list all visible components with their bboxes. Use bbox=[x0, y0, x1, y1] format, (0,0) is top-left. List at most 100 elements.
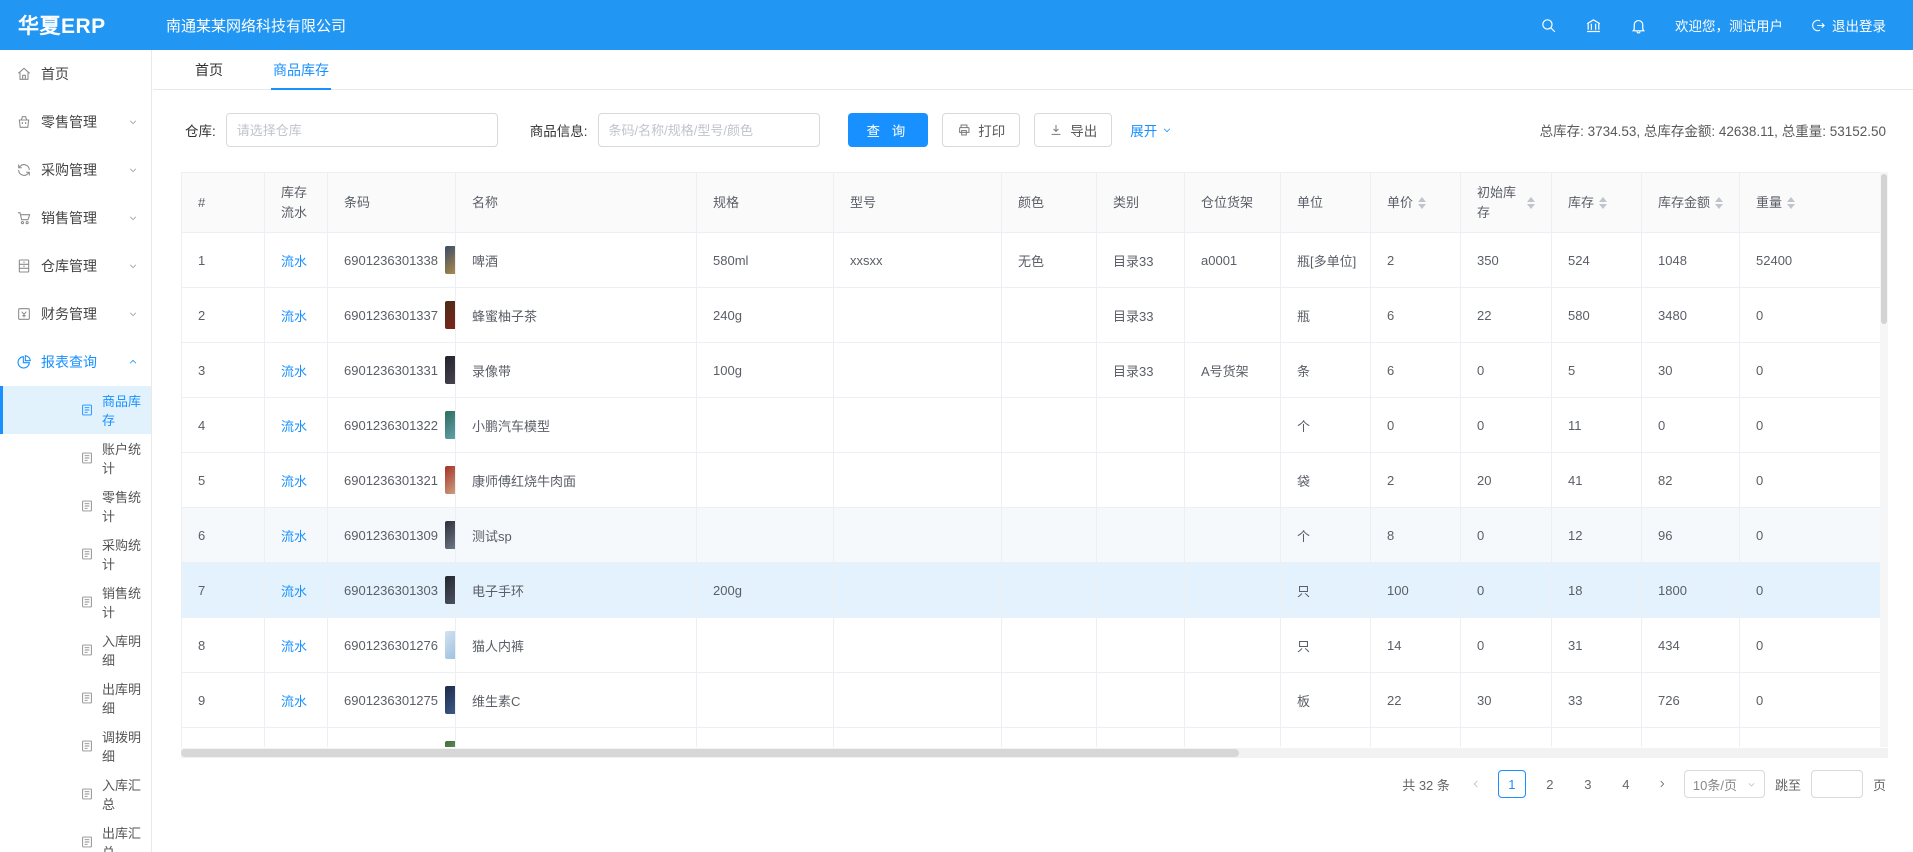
product-thumbnail[interactable] bbox=[445, 741, 456, 747]
product-thumbnail[interactable] bbox=[445, 301, 456, 329]
cell-weight: 0 bbox=[1740, 288, 1881, 343]
table-row: 4 流水 6901236301322 小鹏汽车模型 个 0 0 11 0 0 bbox=[182, 398, 1881, 453]
page-number-button[interactable]: 1 bbox=[1498, 770, 1526, 798]
sidebar-subitem-账户统计[interactable]: 账户统计 bbox=[0, 434, 151, 482]
jump-label: 跳至 bbox=[1775, 775, 1801, 794]
sidebar-subitem-出库明细[interactable]: 出库明细 bbox=[0, 674, 151, 722]
page-number-button[interactable]: 2 bbox=[1536, 770, 1564, 798]
product-thumbnail[interactable] bbox=[445, 576, 456, 604]
cell-index: 5 bbox=[182, 453, 265, 508]
print-button[interactable]: 打印 bbox=[942, 113, 1020, 147]
cell-shelf bbox=[1185, 398, 1281, 453]
column-header-label: 名称 bbox=[472, 193, 498, 213]
cell-index: 10 bbox=[182, 728, 265, 748]
tab-label: 首页 bbox=[195, 60, 223, 80]
sidebar-nav: 首页 零售管理 采购管理 销售管理 仓库管理 财务管理 报表查询 商品库存 账户… bbox=[0, 50, 151, 852]
cell-price: 14 bbox=[1371, 618, 1461, 673]
sidebar-subitem-label: 调拨明细 bbox=[102, 727, 151, 765]
cell-shelf bbox=[1185, 618, 1281, 673]
flow-link[interactable]: 流水 bbox=[281, 309, 307, 324]
column-header-label: 库存 bbox=[1568, 193, 1594, 213]
flow-link[interactable]: 流水 bbox=[281, 584, 307, 599]
cell-weight: 0 bbox=[1740, 618, 1881, 673]
vertical-scrollbar[interactable] bbox=[1880, 172, 1888, 747]
sidebar-subitem-入库明细[interactable]: 入库明细 bbox=[0, 626, 151, 674]
jump-page-input[interactable] bbox=[1811, 770, 1863, 798]
tab-商品库存[interactable]: 商品库存 bbox=[273, 50, 329, 89]
flow-link[interactable]: 流水 bbox=[281, 254, 307, 269]
product-thumbnail[interactable] bbox=[445, 466, 456, 494]
flow-link[interactable]: 流水 bbox=[281, 694, 307, 709]
product-thumbnail[interactable] bbox=[445, 356, 456, 384]
print-label: 打印 bbox=[978, 120, 1005, 140]
page-size-select[interactable]: 10条/页 bbox=[1684, 770, 1765, 798]
prev-page-button[interactable] bbox=[1464, 770, 1488, 798]
next-page-button[interactable] bbox=[1650, 770, 1674, 798]
export-button[interactable]: 导出 bbox=[1034, 113, 1112, 147]
column-header-label: 初始库存 bbox=[1477, 183, 1522, 222]
sidebar-subitem-采购统计[interactable]: 采购统计 bbox=[0, 530, 151, 578]
flow-link[interactable]: 流水 bbox=[281, 474, 307, 489]
page-number-button[interactable]: 3 bbox=[1574, 770, 1602, 798]
sidebar-subitem-label: 入库汇总 bbox=[102, 775, 151, 813]
column-header[interactable]: 单价 bbox=[1371, 173, 1461, 233]
product-info-input[interactable] bbox=[598, 113, 820, 147]
sidebar-subitem-零售统计[interactable]: 零售统计 bbox=[0, 482, 151, 530]
sidebar-subitem-调拨明细[interactable]: 调拨明细 bbox=[0, 722, 151, 770]
sidebar-item-仓库管理[interactable]: 仓库管理 bbox=[0, 242, 151, 290]
sidebar-item-财务管理[interactable]: 财务管理 bbox=[0, 290, 151, 338]
cell-barcode: 6901236301309 bbox=[328, 508, 456, 563]
cell-stock: 5 bbox=[1552, 343, 1642, 398]
cell-name: 录像带 bbox=[456, 343, 697, 398]
sidebar-item-报表查询[interactable]: 报表查询 bbox=[0, 338, 151, 386]
sidebar-subitem-销售统计[interactable]: 销售统计 bbox=[0, 578, 151, 626]
bell-icon[interactable] bbox=[1630, 17, 1647, 34]
flow-link[interactable]: 流水 bbox=[281, 639, 307, 654]
sidebar-subitem-入库汇总[interactable]: 入库汇总 bbox=[0, 770, 151, 818]
product-thumbnail[interactable] bbox=[445, 411, 456, 439]
column-header[interactable]: 初始库存 bbox=[1461, 173, 1552, 233]
cell-stock: 33 bbox=[1552, 673, 1642, 728]
sidebar-item-零售管理[interactable]: 零售管理 bbox=[0, 98, 151, 146]
cell-price: 0 bbox=[1371, 398, 1461, 453]
cell-name: 小米电视机 bbox=[456, 728, 697, 748]
doc-icon bbox=[80, 547, 94, 561]
sidebar-item-首页[interactable]: 首页 bbox=[0, 50, 151, 98]
logout-button[interactable]: 退出登录 bbox=[1811, 15, 1886, 35]
vertical-scrollbar-thumb[interactable] bbox=[1881, 174, 1887, 324]
bank-icon[interactable] bbox=[1585, 17, 1602, 34]
cell-color bbox=[1002, 343, 1097, 398]
cell-name: 啤酒 bbox=[456, 233, 697, 288]
product-info-label: 商品信息: bbox=[530, 120, 588, 140]
product-thumbnail[interactable] bbox=[445, 246, 456, 274]
sidebar-subitem-出库汇总[interactable]: 出库汇总 bbox=[0, 818, 151, 852]
warehouse-input[interactable] bbox=[226, 113, 498, 147]
search-button[interactable]: 查 询 bbox=[848, 113, 929, 147]
sidebar-item-销售管理[interactable]: 销售管理 bbox=[0, 194, 151, 242]
product-thumbnail[interactable] bbox=[445, 631, 456, 659]
sidebar-subitem-label: 出库汇总 bbox=[102, 823, 151, 852]
cell-barcode: 6901236301303 bbox=[328, 563, 456, 618]
sidebar-item-采购管理[interactable]: 采购管理 bbox=[0, 146, 151, 194]
table-row: 5 流水 6901236301321 康师傅红烧牛肉面 袋 2 20 41 82… bbox=[182, 453, 1881, 508]
expand-link[interactable]: 展开 bbox=[1130, 120, 1172, 140]
column-header[interactable]: 重量 bbox=[1740, 173, 1881, 233]
tab-首页[interactable]: 首页 bbox=[195, 50, 223, 89]
page-number-button[interactable]: 4 bbox=[1612, 770, 1640, 798]
cell-initial-stock: 0 bbox=[1461, 563, 1552, 618]
column-header[interactable]: 库存金额 bbox=[1642, 173, 1740, 233]
product-thumbnail[interactable] bbox=[445, 686, 456, 714]
cell-unit bbox=[1281, 728, 1371, 748]
sidebar-subitem-label: 入库明细 bbox=[102, 631, 151, 669]
sidebar-subitem-商品库存[interactable]: 商品库存 bbox=[0, 386, 151, 434]
cell-stock: 580 bbox=[1552, 288, 1642, 343]
flow-link[interactable]: 流水 bbox=[281, 529, 307, 544]
product-thumbnail[interactable] bbox=[445, 521, 456, 549]
column-header[interactable]: 库存 bbox=[1552, 173, 1642, 233]
horizontal-scrollbar-thumb[interactable] bbox=[181, 749, 1239, 757]
flow-link[interactable]: 流水 bbox=[281, 419, 307, 434]
flow-link[interactable]: 流水 bbox=[281, 364, 307, 379]
cell-spec bbox=[697, 673, 834, 728]
search-icon[interactable] bbox=[1540, 17, 1557, 34]
horizontal-scrollbar[interactable] bbox=[181, 748, 1888, 758]
